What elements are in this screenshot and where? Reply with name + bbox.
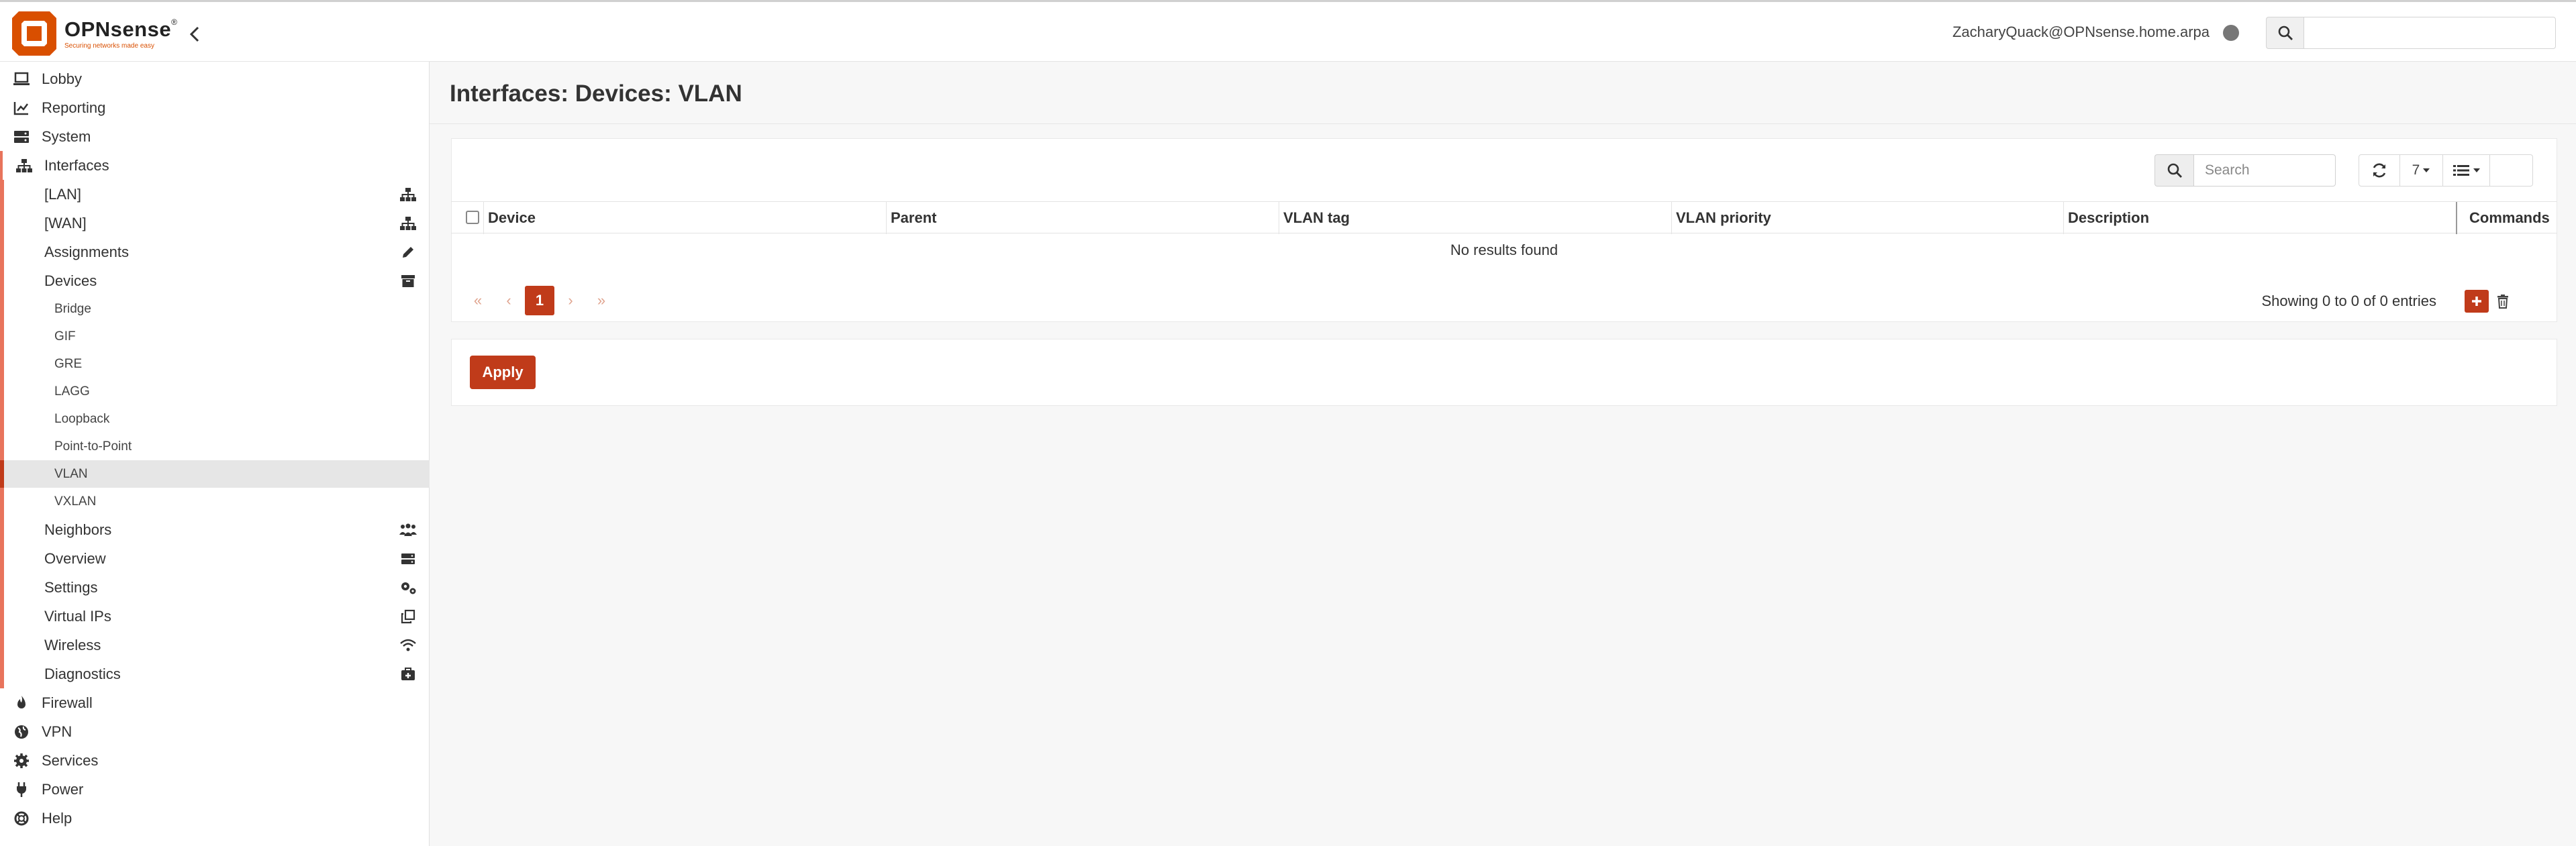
global-search-button[interactable]: [2266, 17, 2303, 49]
chevron-left-icon: [189, 26, 199, 42]
users-icon: [399, 521, 417, 539]
sitemap-icon: [399, 214, 417, 233]
previous-page-button[interactable]: ‹: [494, 286, 524, 315]
server-icon: [12, 127, 31, 146]
sidebar-item-point-to-point[interactable]: Point-to-Point: [0, 433, 430, 460]
sidebar-item-vlan[interactable]: VLAN: [0, 460, 430, 488]
sidebar-item-devices[interactable]: Devices: [0, 266, 430, 295]
sidebar-item-services[interactable]: Services: [0, 746, 430, 775]
sidebar-item-lagg[interactable]: LAGG: [0, 378, 430, 405]
sitemap-icon: [399, 185, 417, 204]
search-icon: [2167, 163, 2182, 178]
brand-tagline: Securing networks made easy: [64, 42, 154, 50]
column-header-vlan-priority[interactable]: VLAN priority: [1671, 202, 2065, 234]
chart-icon: [12, 99, 31, 117]
server-icon: [399, 549, 417, 568]
title-divider: [430, 123, 2576, 124]
page-title: Interfaces: Devices: VLAN: [450, 81, 742, 107]
caret-down-icon: [2423, 168, 2430, 172]
page-size-dropdown[interactable]: 7: [2400, 154, 2443, 187]
select-all-checkbox[interactable]: [466, 211, 479, 224]
globe-icon: [12, 723, 31, 741]
column-select-dropdown[interactable]: [2443, 154, 2490, 187]
sidebar-item-loopback[interactable]: Loopback: [0, 405, 430, 433]
list-icon: [2453, 165, 2469, 176]
sidebar-item-reporting[interactable]: Reporting: [0, 93, 430, 122]
column-header-device[interactable]: Device: [483, 202, 877, 234]
clone-icon: [399, 607, 417, 626]
sidebar-item-system[interactable]: System: [0, 122, 430, 151]
entries-info: Showing 0 to 0 of 0 entries: [2261, 293, 2437, 309]
cogs-icon: [399, 578, 417, 597]
first-page-button[interactable]: «: [463, 286, 493, 315]
sidebar-item-power[interactable]: Power: [0, 775, 430, 804]
sidebar-item-settings[interactable]: Settings: [0, 573, 430, 602]
sitemap-icon: [15, 156, 34, 175]
sidebar-item-vxlan[interactable]: VXLAN: [0, 488, 430, 515]
page-size-value: 7: [2412, 162, 2420, 178]
sidebar-item-diagnostics[interactable]: Diagnostics: [0, 659, 430, 688]
refresh-button[interactable]: [2359, 154, 2400, 187]
laptop-icon: [12, 70, 31, 89]
refresh-icon: [2373, 163, 2386, 178]
top-bar: OPNsense® Securing networks made easy Za…: [0, 0, 2576, 62]
grid-toolbar: 7: [2359, 154, 2533, 187]
user-account-link[interactable]: ZacharyQuack@OPNsense.home.arpa: [1952, 23, 2210, 41]
sidebar: Lobby Reporting System Interfaces [LAN] …: [0, 62, 430, 846]
archive-icon: [399, 272, 417, 290]
sidebar-item-overview[interactable]: Overview: [0, 544, 430, 573]
plus-icon: [2472, 297, 2481, 306]
caret-down-icon: [2473, 168, 2480, 172]
lifering-icon: [12, 809, 31, 828]
sidebar-item-gre[interactable]: GRE: [0, 350, 430, 378]
column-header-vlan-tag[interactable]: VLAN tag: [1279, 202, 1672, 234]
pagination: « ‹ 1 › »: [463, 286, 616, 315]
sidebar-item-lobby[interactable]: Lobby: [0, 64, 430, 93]
grid-search-input[interactable]: Search: [2193, 154, 2336, 187]
cog-icon: [12, 751, 31, 770]
delete-selected-button[interactable]: [2491, 290, 2514, 313]
sidebar-item-vpn[interactable]: VPN: [0, 717, 430, 746]
next-page-button[interactable]: ›: [556, 286, 585, 315]
trash-icon: [2497, 295, 2508, 309]
grid-search: Search: [2154, 154, 2336, 187]
brand-logo[interactable]: OPNsense® Securing networks made easy: [9, 9, 177, 58]
global-search: [2266, 17, 2556, 49]
brand-name: OPNsense: [64, 17, 172, 41]
fire-icon: [12, 694, 31, 712]
column-header-parent[interactable]: Parent: [886, 202, 1279, 234]
last-page-button[interactable]: »: [587, 286, 616, 315]
sidebar-item-neighbors[interactable]: Neighbors: [0, 515, 430, 544]
sidebar-item-bridge[interactable]: Bridge: [0, 295, 430, 323]
plug-icon: [12, 780, 31, 799]
sidebar-item-interfaces[interactable]: Interfaces: [0, 151, 430, 180]
sidebar-item-help[interactable]: Help: [0, 804, 430, 833]
apply-button[interactable]: Apply: [470, 356, 536, 389]
sidebar-item-assignments[interactable]: Assignments: [0, 237, 430, 266]
opnsense-logo-icon: [9, 9, 59, 58]
search-icon: [2278, 25, 2293, 40]
sidebar-item-wan[interactable]: [WAN]: [0, 209, 430, 237]
collapse-sidebar-button[interactable]: [185, 22, 204, 46]
column-header-description[interactable]: Description: [2063, 202, 2457, 234]
grid-search-button[interactable]: [2154, 154, 2193, 187]
sidebar-item-wireless[interactable]: Wireless: [0, 631, 430, 659]
add-item-button[interactable]: [2465, 290, 2489, 313]
column-header-commands: Commands: [2456, 202, 2557, 234]
apply-card: [451, 339, 2557, 406]
medkit-icon: [399, 665, 417, 684]
table-header: Device Parent VLAN tag VLAN priority Des…: [451, 201, 2557, 234]
wifi-icon: [399, 636, 417, 655]
empty-state-text: No results found: [1450, 242, 1558, 258]
global-search-input[interactable]: [2303, 17, 2556, 49]
brand-trademark: ®: [171, 17, 178, 27]
pencil-icon: [399, 243, 417, 262]
sidebar-item-gif[interactable]: GIF: [0, 323, 430, 350]
sidebar-item-virtual-ips[interactable]: Virtual IPs: [0, 602, 430, 631]
grid-extra-button[interactable]: [2490, 154, 2533, 187]
status-indicator[interactable]: [2223, 25, 2239, 41]
page-1-button[interactable]: 1: [525, 286, 554, 315]
sidebar-item-lan[interactable]: [LAN]: [0, 180, 430, 209]
sidebar-item-firewall[interactable]: Firewall: [0, 688, 430, 717]
